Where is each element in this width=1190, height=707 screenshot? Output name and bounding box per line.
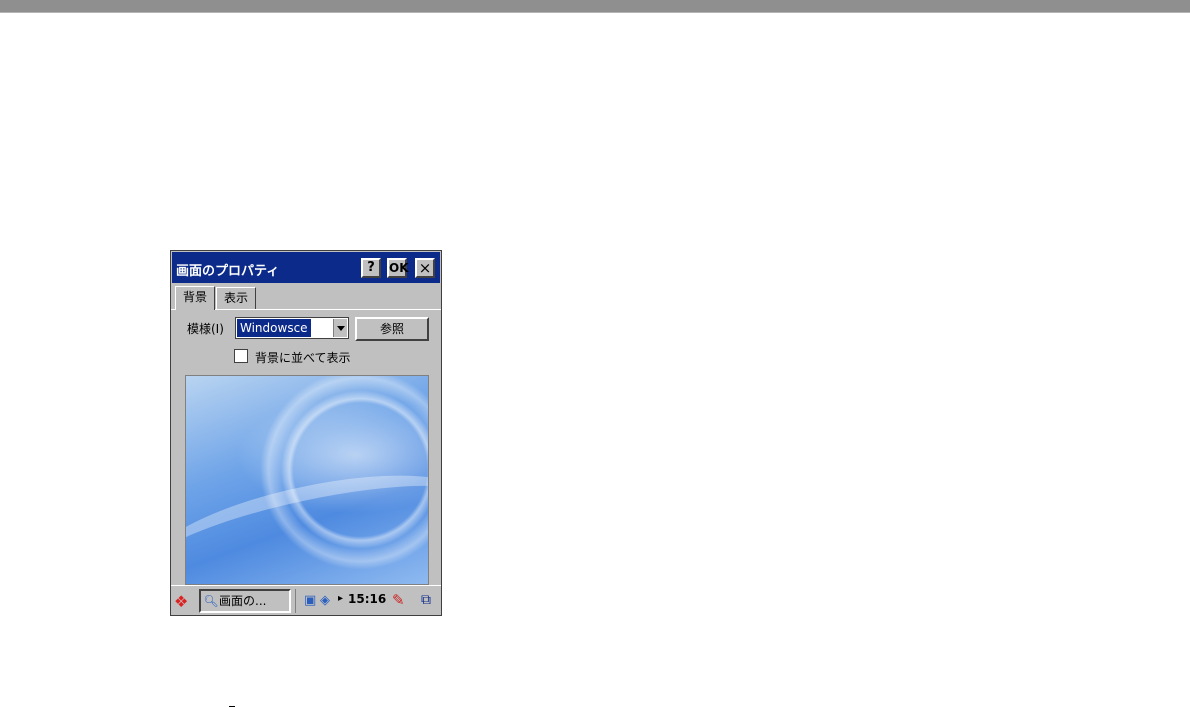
tile-checkbox-label[interactable]: 背景に並べて表示 (255, 349, 351, 366)
chevron-down-icon[interactable] (333, 319, 347, 337)
windows-ce-screen: 画面のプロパティ ? OK × 背景 表示 模様(I) Windowsce 参照… (170, 250, 442, 616)
display-properties-icon: 🔍︎ (203, 594, 219, 608)
help-button[interactable]: ? (361, 258, 381, 278)
pattern-label: 模様(I) (187, 322, 224, 336)
top-border-bar (0, 0, 1190, 13)
tab-background[interactable]: 背景 (175, 286, 215, 310)
start-windows-flag-icon[interactable]: ❖ (174, 592, 188, 611)
system-tray: ▣ ◈ ▸ 15:16 ✎ (295, 589, 415, 613)
clock[interactable]: 15:16 (348, 592, 386, 606)
taskbar-item-display-properties[interactable]: 🔍︎画面の... (199, 589, 291, 613)
pattern-select[interactable]: Windowsce (235, 317, 349, 339)
taskbar-item-label: 画面の... (219, 594, 267, 608)
show-desktop-icon[interactable]: ⧉ (421, 592, 431, 608)
dialog-title: 画面のプロパティ (176, 264, 280, 279)
wallpaper-preview (185, 375, 429, 585)
network-icon[interactable]: ▣ (304, 593, 316, 608)
ok-button[interactable]: OK (387, 258, 409, 278)
taskbar: ❖ 🔍︎画面の... ▣ ◈ ▸ 15:16 ✎ ⧉ (171, 585, 441, 615)
dialog-title-bar: 画面のプロパティ ? OK × (172, 252, 440, 283)
tab-display[interactable]: 表示 (216, 287, 256, 309)
pattern-selected-value: Windowsce (237, 319, 311, 337)
close-button[interactable]: × (415, 258, 435, 278)
tray-arrow-icon[interactable]: ▸ (338, 593, 343, 604)
browse-button[interactable]: 参照 (355, 317, 429, 341)
input-panel-icon[interactable]: ✎ (392, 591, 405, 609)
wallpaper-swirl (186, 452, 428, 584)
connection-icon[interactable]: ◈ (320, 593, 330, 608)
tile-checkbox[interactable] (234, 349, 248, 363)
